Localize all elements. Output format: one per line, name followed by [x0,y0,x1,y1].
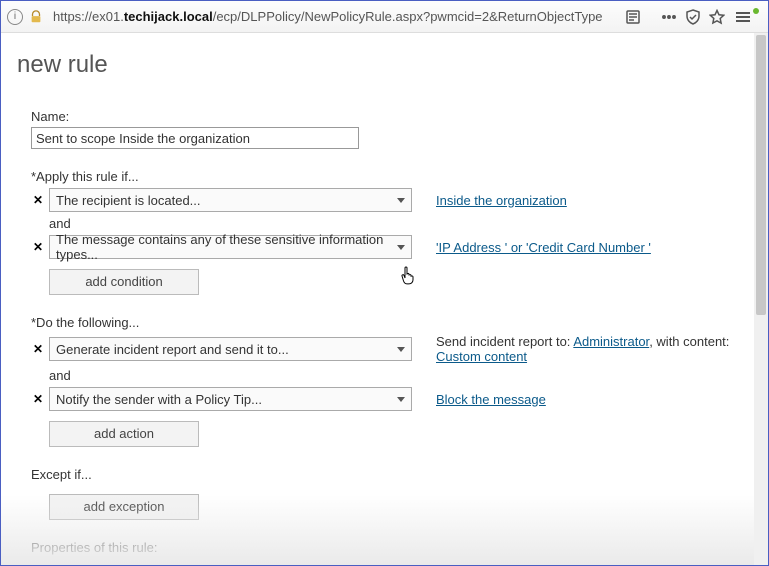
custom-content-link[interactable]: Custom content [436,349,527,364]
condition-value-link[interactable]: 'IP Address ' or 'Credit Card Number ' [436,240,651,255]
connector-and: and [49,216,740,231]
bookmark-star-icon[interactable] [708,8,726,26]
reader-mode-icon[interactable] [624,8,642,26]
page-title: new rule [17,51,740,79]
chevron-down-icon [397,397,405,402]
condition-value-link[interactable]: Inside the organization [436,193,567,208]
add-condition-button[interactable]: add condition [49,269,199,295]
update-indicator-icon [753,8,759,14]
name-input[interactable] [31,127,359,149]
chevron-down-icon [397,198,405,203]
menu-hamburger-icon[interactable] [736,12,750,22]
connector-and: and [49,368,740,383]
action-value-link[interactable]: Block the message [436,392,546,407]
action-dropdown[interactable]: Notify the sender with a Policy Tip... [49,387,412,411]
more-dots-icon[interactable] [660,8,678,26]
do-following-label: *Do the following... [31,315,740,330]
browser-toolbar: i https://ex01.techijack.local/ecp/DLPPo… [1,1,768,33]
properties-label: Properties of this rule: [31,540,740,555]
action-dropdown[interactable]: Generate incident report and send it to.… [49,337,412,361]
protection-shield-icon[interactable] [684,8,702,26]
name-label: Name: [31,109,740,124]
vertical-scrollbar[interactable] [754,33,768,565]
dropdown-value: The message contains any of these sensit… [56,232,397,262]
chevron-down-icon [397,347,405,352]
remove-action-icon[interactable]: ✕ [31,392,45,406]
lock-warning-icon[interactable] [29,10,43,24]
condition-dropdown[interactable]: The message contains any of these sensit… [49,235,412,259]
chevron-down-icon [397,245,405,250]
info-icon[interactable]: i [7,9,23,25]
apply-if-label: *Apply this rule if... [31,169,740,184]
scrollbar-thumb[interactable] [756,35,766,315]
dropdown-value: Generate incident report and send it to.… [56,342,289,357]
add-action-button[interactable]: add action [49,421,199,447]
dropdown-value: Notify the sender with a Policy Tip... [56,392,262,407]
remove-action-icon[interactable]: ✕ [31,342,45,356]
url-bar[interactable]: https://ex01.techijack.local/ecp/DLPPoli… [49,7,618,26]
action-side-text: Send incident report to: Administrator, … [436,334,729,364]
except-if-label: Except if... [31,467,740,482]
condition-dropdown[interactable]: The recipient is located... [49,188,412,212]
page-content: new rule Name: *Apply this rule if... ✕ … [1,33,754,565]
admin-link[interactable]: Administrator [573,334,649,349]
dropdown-value: The recipient is located... [56,193,201,208]
add-exception-button[interactable]: add exception [49,494,199,520]
remove-condition-icon[interactable]: ✕ [31,240,45,254]
remove-condition-icon[interactable]: ✕ [31,193,45,207]
